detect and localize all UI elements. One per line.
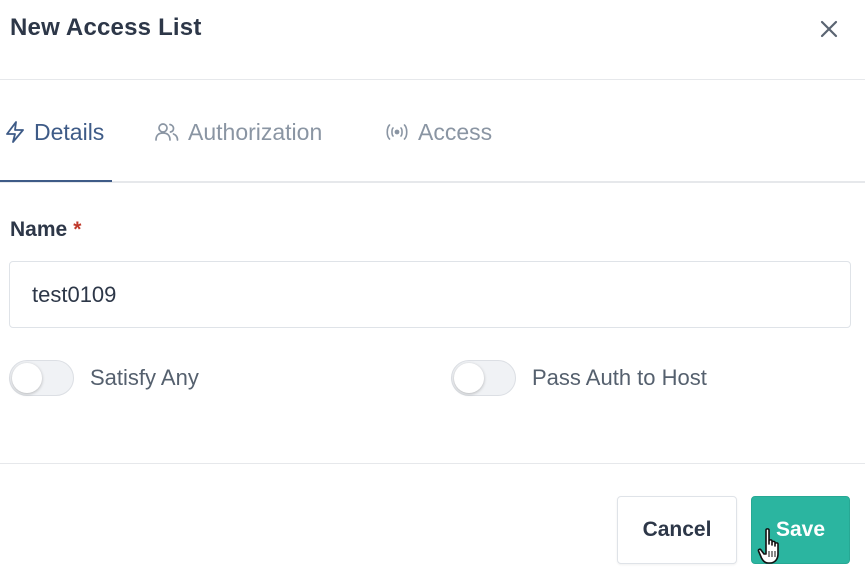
tab-access-label: Access (418, 118, 493, 145)
tab-bar: Details Authorization Access (0, 80, 865, 183)
tab-details-label: Details (34, 118, 105, 145)
close-icon (820, 20, 838, 38)
tab-authorization[interactable]: Authorization (154, 115, 322, 149)
pass-auth-toggle[interactable]: Pass Auth to Host (451, 359, 707, 397)
name-label: Name * (10, 218, 81, 242)
required-mark: * (73, 218, 82, 241)
satisfy-any-label: Satisfy Any (90, 365, 199, 390)
close-button[interactable] (814, 14, 844, 44)
switch-knob (12, 363, 42, 393)
tab-authorization-label: Authorization (188, 118, 323, 145)
name-input[interactable] (9, 261, 851, 328)
modal-footer: Cancel Save (0, 463, 865, 567)
new-access-list-modal: New Access List Details Authorization Ac… (0, 0, 865, 567)
modal-title: New Access List (10, 14, 202, 41)
switch-knob (454, 363, 484, 393)
name-label-text: Name (10, 218, 68, 241)
users-icon (155, 123, 179, 141)
satisfy-any-switch[interactable] (9, 360, 74, 396)
broadcast-icon (386, 124, 408, 140)
pass-auth-label: Pass Auth to Host (532, 365, 707, 390)
active-tab-indicator (0, 180, 112, 182)
modal-header: New Access List (0, 0, 865, 80)
satisfy-any-toggle[interactable]: Satisfy Any (9, 359, 199, 397)
pass-auth-switch[interactable] (451, 360, 516, 396)
tab-access[interactable]: Access (384, 115, 492, 149)
save-button[interactable]: Save (751, 496, 850, 564)
lightning-icon (6, 121, 24, 143)
cancel-button[interactable]: Cancel (617, 496, 737, 564)
tab-details[interactable]: Details (4, 115, 104, 149)
